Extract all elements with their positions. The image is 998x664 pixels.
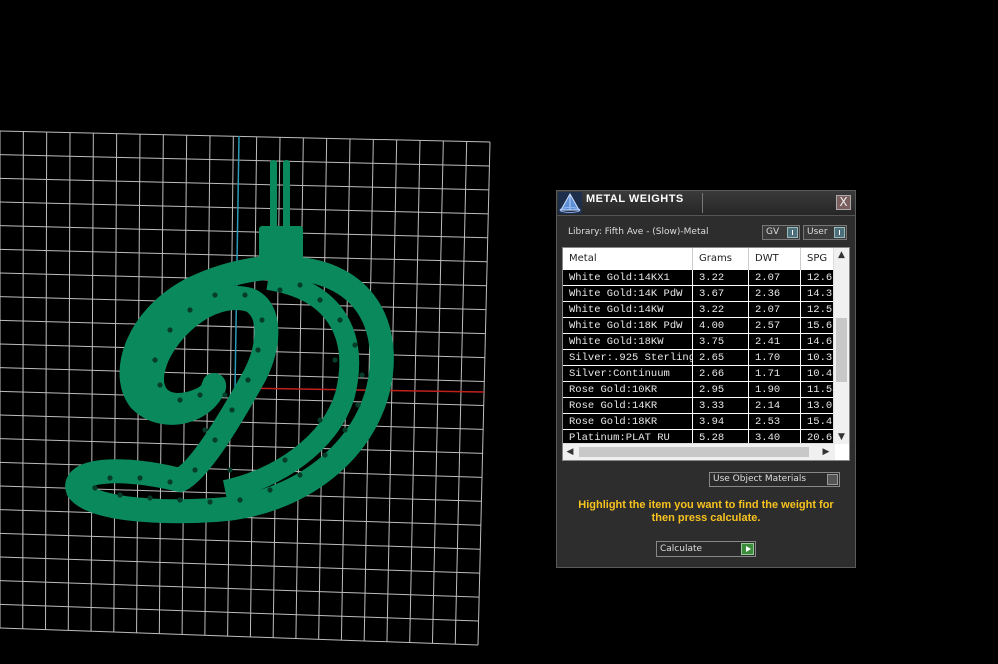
table-row[interactable]: White Gold:14K PdW3.672.3614.37 xyxy=(563,286,834,302)
cell-dwt: 2.36 xyxy=(749,286,801,302)
cell-grams: 3.22 xyxy=(693,302,749,318)
panel-titlebar[interactable]: METAL WEIGHTS X xyxy=(557,191,855,216)
play-icon xyxy=(741,543,754,555)
gv-toggle[interactable]: GV xyxy=(762,225,800,240)
cell-grams: 4.00 xyxy=(693,318,749,334)
metal-weights-table[interactable]: Metal Grams DWT SPG White Gold:14KX1 3.22… xyxy=(562,247,850,461)
table-row[interactable]: Rose Gold:18KR3.942.5315.41 xyxy=(563,414,834,430)
checkbox-icon xyxy=(827,474,838,485)
use-object-materials-label: Use Object Materials xyxy=(713,474,807,484)
x-axis-line xyxy=(234,387,485,393)
cell-grams: 3.22 xyxy=(693,270,749,286)
cell-dwt: 1.71 xyxy=(749,366,801,382)
cell-spg: 10.40 xyxy=(801,366,834,382)
table-row[interactable]: White Gold:18K PdW4.002.5715.65 xyxy=(563,318,834,334)
gv-toggle-label: GV xyxy=(766,227,780,237)
table-row[interactable]: Platinum:PLAT RU5.283.4020.66 xyxy=(563,430,834,444)
cell-metal: White Gold:18KW xyxy=(563,334,693,350)
column-header-spg[interactable]: SPG xyxy=(801,248,834,270)
arrow-down-icon[interactable]: ▼ xyxy=(836,431,847,443)
panel-title: METAL WEIGHTS xyxy=(586,193,684,205)
cell-dwt: 2.53 xyxy=(749,414,801,430)
cell-grams: 2.95 xyxy=(693,382,749,398)
cell-grams: 3.67 xyxy=(693,286,749,302)
cell-spg: 13.03 xyxy=(801,398,834,414)
arrow-left-icon[interactable]: ◀ xyxy=(564,446,576,458)
cell-metal: Silver:Continuum xyxy=(563,366,693,382)
cell-dwt: 3.40 xyxy=(749,430,801,444)
arrow-up-icon[interactable]: ▲ xyxy=(836,249,847,261)
close-icon[interactable]: X xyxy=(836,195,851,210)
cell-dwt: 2.14 xyxy=(749,398,801,414)
cell-metal: White Gold:18K PdW xyxy=(563,318,693,334)
cell-spg: 15.41 xyxy=(801,414,834,430)
cell-spg: 11.54 xyxy=(801,382,834,398)
cell-dwt: 2.07 xyxy=(749,270,801,286)
cell-metal: Rose Gold:14KR xyxy=(563,398,693,414)
horizontal-scroll-thumb[interactable] xyxy=(579,447,809,457)
library-label: Library: Fifth Ave - (Slow)-Metal xyxy=(568,227,709,237)
cell-grams: 2.65 xyxy=(693,350,749,366)
table-header-row: Metal Grams DWT SPG xyxy=(563,248,834,270)
table-row[interactable]: Silver:Continuum2.661.7110.40 xyxy=(563,366,834,382)
instruction-text: Highlight the item you want to find the … xyxy=(578,499,834,524)
cell-metal: White Gold:14KX1 xyxy=(563,270,693,286)
cell-spg: 14.66 xyxy=(801,334,834,350)
cell-metal: White Gold:14K PdW xyxy=(563,286,693,302)
arrow-right-icon[interactable]: ▶ xyxy=(820,446,832,458)
calculate-button[interactable]: Calculate xyxy=(656,541,756,557)
cell-spg: 15.65 xyxy=(801,318,834,334)
vertical-scroll-thumb[interactable] xyxy=(836,318,847,382)
title-divider xyxy=(702,193,703,213)
cell-metal: White Gold:14KW xyxy=(563,302,693,318)
cell-spg: 12.59 xyxy=(801,302,834,318)
use-object-materials-toggle[interactable]: Use Object Materials xyxy=(709,472,840,487)
toggle-switch-icon xyxy=(787,227,798,238)
table-row[interactable]: Rose Gold:14KR3.332.1413.03 xyxy=(563,398,834,414)
user-toggle-label: User xyxy=(807,227,828,237)
column-header-metal[interactable]: Metal xyxy=(563,248,693,270)
cell-grams: 3.94 xyxy=(693,414,749,430)
vertical-scrollbar[interactable]: ▲ ▼ xyxy=(833,248,849,444)
cell-grams: 3.75 xyxy=(693,334,749,350)
cell-grams: 5.28 xyxy=(693,430,749,444)
cell-spg: 14.37 xyxy=(801,286,834,302)
table-row[interactable]: Silver:.925 Sterling2.651.7010.36 xyxy=(563,350,834,366)
cell-dwt: 2.07 xyxy=(749,302,801,318)
cell-metal: Platinum:PLAT RU xyxy=(563,430,693,444)
cell-dwt: 2.41 xyxy=(749,334,801,350)
calculate-label: Calculate xyxy=(660,544,703,554)
cell-spg: 10.36 xyxy=(801,350,834,366)
cell-metal: Silver:.925 Sterling xyxy=(563,350,693,366)
user-toggle[interactable]: User xyxy=(803,225,847,240)
cell-spg: 12.63 xyxy=(801,270,834,286)
table-row[interactable]: White Gold:18KW3.752.4114.66 xyxy=(563,334,834,350)
table-row[interactable]: White Gold:14KX13.222.0712.63 xyxy=(563,270,834,286)
horizontal-scrollbar[interactable]: ◀ ▶ xyxy=(563,443,835,460)
cell-dwt: 2.57 xyxy=(749,318,801,334)
cell-grams: 2.66 xyxy=(693,366,749,382)
table-row[interactable]: Rose Gold:10KR2.951.9011.54 xyxy=(563,382,834,398)
cell-grams: 3.33 xyxy=(693,398,749,414)
pyramid-logo-icon xyxy=(558,192,582,214)
column-header-grams[interactable]: Grams xyxy=(693,248,749,270)
cell-spg: 20.66 xyxy=(801,430,834,444)
cell-metal: Rose Gold:10KR xyxy=(563,382,693,398)
metal-weights-panel: METAL WEIGHTS X Library: Fifth Ave - (Sl… xyxy=(556,190,856,568)
cell-metal: Rose Gold:18KR xyxy=(563,414,693,430)
cell-dwt: 1.70 xyxy=(749,350,801,366)
toggle-switch-icon xyxy=(834,227,845,238)
cell-dwt: 1.90 xyxy=(749,382,801,398)
table-row[interactable]: White Gold:14KW3.222.0712.59 xyxy=(563,302,834,318)
column-header-dwt[interactable]: DWT xyxy=(749,248,801,270)
